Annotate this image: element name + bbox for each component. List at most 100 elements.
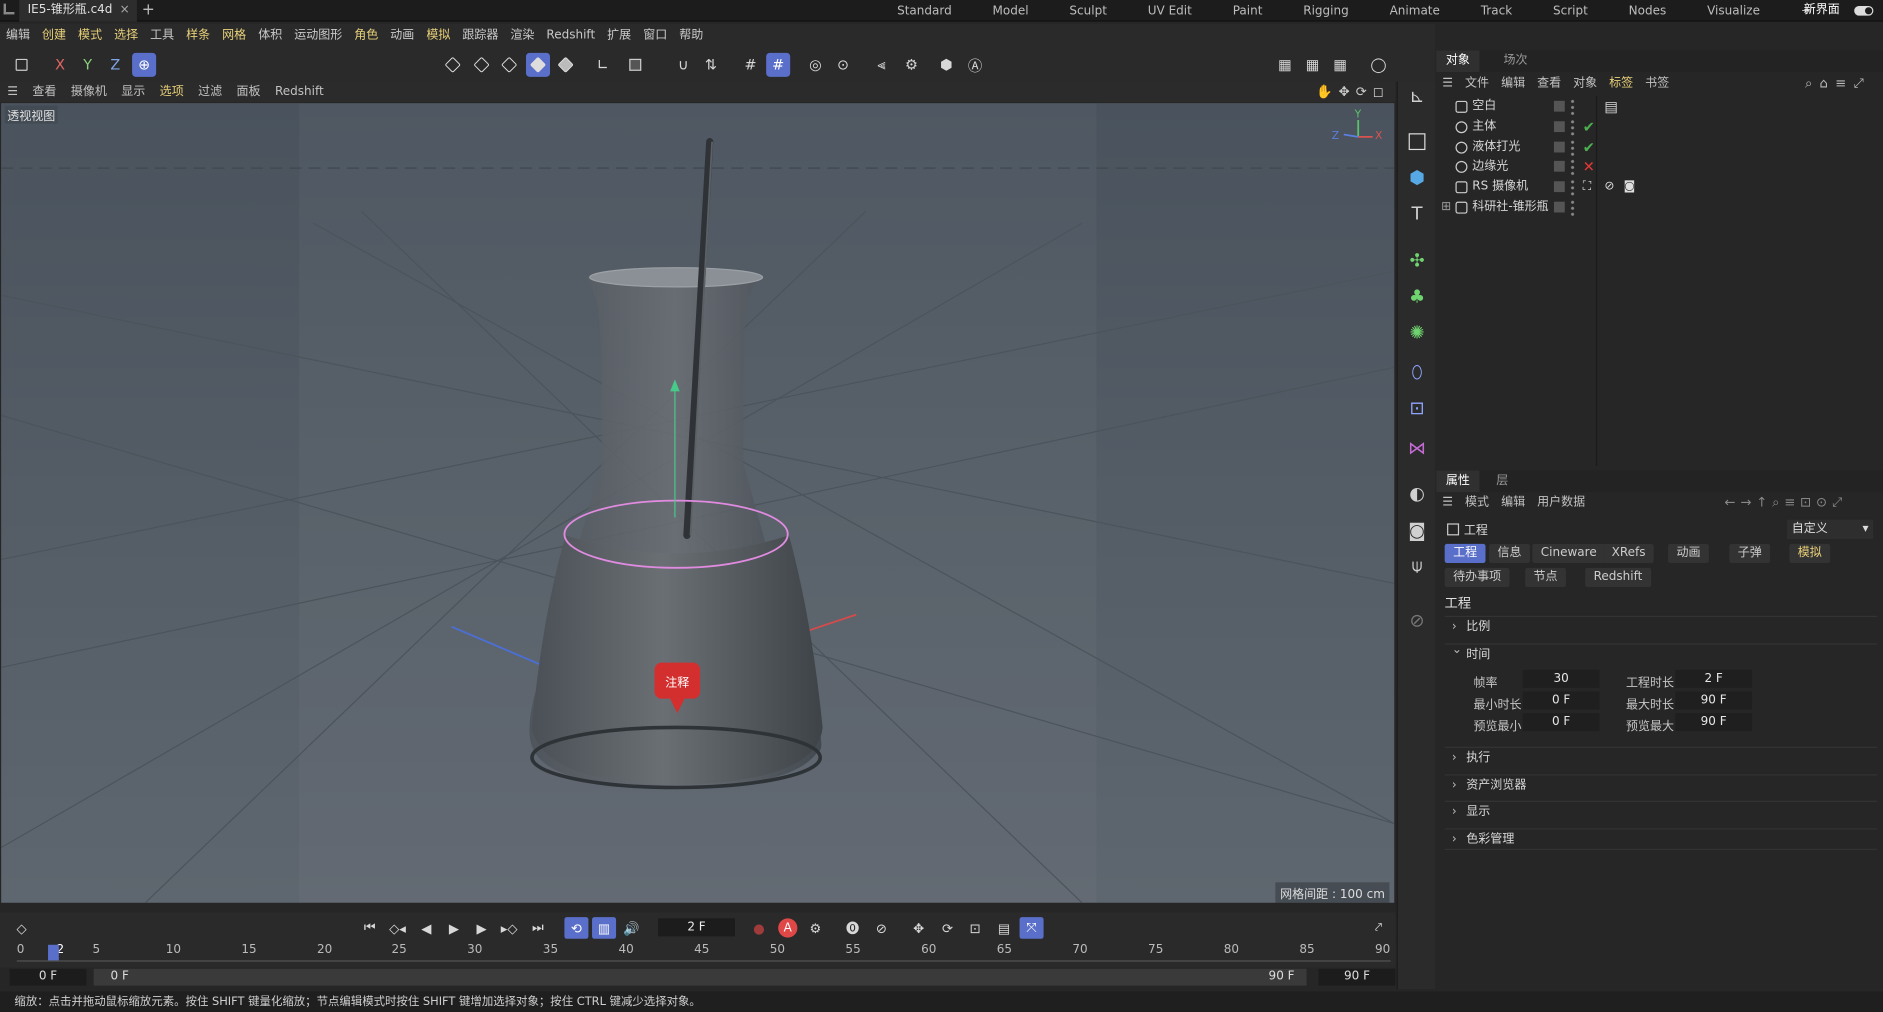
mograph-cloner-icon[interactable]: ✣: [1405, 248, 1429, 272]
next-key-icon[interactable]: ▸◇: [497, 917, 521, 939]
keyframe-icon[interactable]: ◇: [10, 917, 34, 939]
disabled-cross-icon[interactable]: ✕: [1583, 157, 1595, 176]
tab-layers[interactable]: 层: [1487, 471, 1518, 493]
layout-model[interactable]: Model: [972, 1, 1049, 21]
deformer-icon[interactable]: ⬯: [1405, 360, 1429, 384]
perspective-viewport[interactable]: Y X Z: [1, 103, 1395, 903]
prev-key-icon[interactable]: ◇◂: [385, 917, 409, 939]
layout-track[interactable]: Track: [1460, 1, 1532, 21]
render-picture-viewer-icon[interactable]: ▦: [1301, 53, 1325, 77]
current-frame-field[interactable]: 2 F: [658, 918, 735, 937]
model-mode-icon[interactable]: [525, 52, 551, 77]
timeline-graph-icon[interactable]: ⤤: [1367, 917, 1391, 939]
solo-mode-icon[interactable]: [623, 53, 647, 77]
render-dots[interactable]: [1570, 139, 1575, 157]
group-scale[interactable]: 比例: [1444, 615, 1877, 639]
menu-mograph[interactable]: 运动图形: [288, 24, 348, 48]
om-menu-view[interactable]: 查看: [1531, 73, 1567, 95]
key-param-icon[interactable]: ⊡: [963, 917, 987, 939]
visibility-toggle[interactable]: [1553, 141, 1565, 153]
visibility-toggle[interactable]: [1553, 181, 1565, 193]
cube-object-icon[interactable]: ⬢: [1405, 166, 1429, 190]
key-settings-icon[interactable]: ⚙: [803, 917, 827, 939]
settings-target-icon[interactable]: ⊙: [831, 53, 855, 77]
render-view-icon[interactable]: ▦: [1273, 53, 1297, 77]
vp-menu-options[interactable]: 选项: [152, 82, 190, 102]
group-asset-browser[interactable]: 资产浏览器: [1444, 774, 1877, 797]
attr-tab-animation[interactable]: 动画: [1668, 543, 1709, 564]
mograph-fracture-icon[interactable]: ♣: [1405, 285, 1429, 309]
fps-field[interactable]: 30: [1522, 669, 1600, 688]
fps-icon[interactable]: ▥: [592, 917, 617, 939]
object-row-rs-camera[interactable]: RS 摄像机 ⛶ ⊘ ◙: [1439, 178, 1881, 197]
key-rotate-icon[interactable]: ⟳: [935, 917, 959, 939]
group-execution[interactable]: 执行: [1444, 746, 1877, 770]
expand-icon[interactable]: ⊞: [1441, 198, 1451, 217]
om-hamburger-icon[interactable]: ☰: [1436, 73, 1459, 95]
cube-primitive-icon[interactable]: [1405, 130, 1429, 154]
om-menu-file[interactable]: 文件: [1459, 73, 1495, 95]
attr-tab-info[interactable]: 信息: [1489, 543, 1530, 564]
protection-tag-icon[interactable]: ⊘: [1604, 178, 1614, 197]
move-tool-icon[interactable]: ⊾: [1405, 84, 1429, 108]
menu-edit[interactable]: 编辑: [0, 24, 36, 48]
key-filter-icon[interactable]: ⤧: [1019, 917, 1044, 939]
attr-tab-cineware[interactable]: Cineware: [1532, 543, 1606, 564]
symmetry-icon[interactable]: ⫷: [869, 53, 893, 77]
om-menu-object[interactable]: 对象: [1567, 73, 1603, 95]
vp-menu-panel[interactable]: 面板: [229, 82, 267, 102]
tab-objects[interactable]: 对象: [1436, 50, 1480, 73]
light-icon[interactable]: ⍦: [1405, 553, 1429, 577]
render-settings-icon[interactable]: ▦: [1328, 53, 1352, 77]
visibility-toggle[interactable]: [1553, 100, 1565, 112]
next-frame-icon[interactable]: ▶: [470, 917, 494, 939]
am-nav-icons[interactable]: ←→↑⌕≡⊡⊙⤢: [1724, 495, 1847, 512]
tag-icon[interactable]: ▤: [1604, 97, 1618, 116]
attr-tab-nodes[interactable]: 节点: [1525, 567, 1566, 588]
range-slider[interactable]: 0 F 90 F: [93, 968, 1307, 986]
toggle-icon[interactable]: [1854, 6, 1874, 16]
preview-max-field[interactable]: 90 F: [1675, 713, 1753, 732]
layout-animate[interactable]: Animate: [1369, 1, 1460, 21]
object-row-rim-light[interactable]: 边缘光 ✕: [1439, 157, 1881, 176]
sound-icon[interactable]: 🔊: [620, 917, 644, 939]
min-time-field[interactable]: 0 F: [1522, 691, 1600, 710]
object-row-body[interactable]: 主体 ✔: [1439, 118, 1881, 137]
render-dots[interactable]: [1570, 158, 1575, 176]
preview-min-field[interactable]: 0 F: [1522, 713, 1600, 732]
layout-new[interactable]: 新界面: [1804, 0, 1840, 20]
menu-render[interactable]: 渲染: [504, 24, 540, 48]
mograph-effector-icon[interactable]: ✺: [1405, 321, 1429, 345]
object-row-liquid-light[interactable]: 液体打光 ✔: [1439, 138, 1881, 157]
visibility-toggle[interactable]: [1553, 121, 1565, 133]
menu-spline[interactable]: 样条: [180, 24, 216, 48]
coordinate-system-icon[interactable]: ⊕: [132, 52, 157, 77]
snap-enable-icon[interactable]: #: [766, 52, 791, 77]
render-dots[interactable]: [1570, 199, 1575, 217]
tab-attributes[interactable]: 属性: [1436, 470, 1480, 493]
redshift-icon[interactable]: ⬢: [934, 53, 958, 77]
gear-icon[interactable]: ⚙: [899, 53, 923, 77]
attr-tab-project[interactable]: 工程: [1444, 543, 1486, 564]
group-time[interactable]: 时间: [1444, 640, 1877, 665]
enabled-check-icon[interactable]: ✔: [1583, 138, 1595, 157]
environment-icon[interactable]: ◐: [1405, 481, 1429, 505]
render-a-icon[interactable]: Ⓐ: [963, 53, 987, 77]
render-dots[interactable]: [1570, 98, 1575, 116]
attr-tab-simulation[interactable]: 模拟: [1789, 543, 1831, 564]
om-menu-bookmarks[interactable]: 书签: [1639, 73, 1675, 95]
layout-rigging[interactable]: Rigging: [1283, 1, 1369, 21]
attr-tab-redshift[interactable]: Redshift: [1585, 567, 1651, 588]
om-menu-edit[interactable]: 编辑: [1495, 73, 1531, 95]
texture-mode-icon[interactable]: [554, 53, 578, 77]
vp-menu-camera[interactable]: 摄像机: [64, 82, 114, 102]
key-position-icon[interactable]: ⓿: [841, 917, 865, 939]
camera-icon[interactable]: ◙: [1405, 519, 1429, 543]
workplane-icon[interactable]: ◎: [803, 53, 827, 77]
layout-script[interactable]: Script: [1533, 1, 1609, 21]
am-menu-mode[interactable]: 模式: [1459, 492, 1495, 514]
range-start-field[interactable]: 0 F: [9, 968, 87, 986]
group-color-management[interactable]: 色彩管理: [1444, 828, 1877, 851]
camera-tag-icon[interactable]: ◙: [1624, 178, 1636, 197]
app-menu-icon[interactable]: [3, 3, 15, 15]
